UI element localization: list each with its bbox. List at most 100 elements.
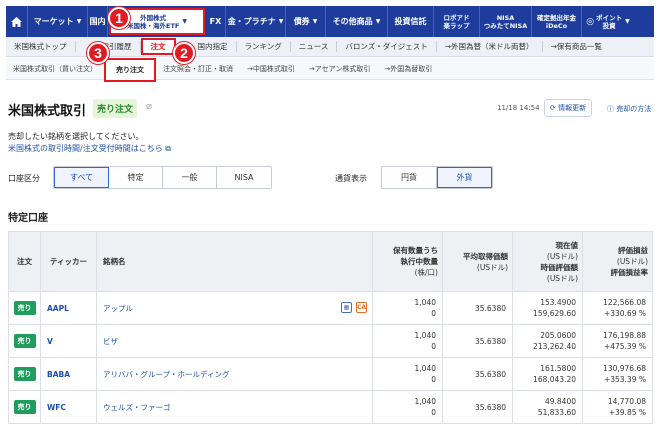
profit-loss-rate: +353.39 %: [603, 375, 646, 384]
holdings-table: 注文 ティッカー 銘柄名 保有数量うち 執行中数量 (株/口) 平均取得価額 (USド…: [8, 231, 653, 424]
howto-link[interactable]: ⓘ 売却の方法: [607, 104, 651, 114]
account-type-selector: すべて 特定 一般 NISA: [53, 166, 272, 189]
current-price: 205.0600: [540, 331, 576, 340]
nav-nisa[interactable]: NISA つみたてNISA: [480, 6, 532, 37]
quantity-executing: 0: [431, 309, 436, 318]
refresh-icon: ⟳: [550, 104, 556, 112]
sell-button[interactable]: 売り: [13, 367, 36, 381]
subnav-holdings[interactable]: →保有商品一覧: [543, 41, 610, 52]
step-badge-3: 3: [87, 42, 109, 64]
account-specific-option[interactable]: 特定: [109, 167, 163, 188]
top-nav: マーケット ▼ 国内 外国株式 米国株・海外ETF ▼ FX 金・プラチナ ▼ 債券 ▼ …: [6, 6, 654, 37]
market-value: 168,043.20: [533, 375, 576, 384]
col-quantity: 保有数量うち 執行中数量 (株/口): [372, 231, 443, 292]
sell-button[interactable]: 売り: [13, 301, 36, 315]
col-name: 銘柄名: [96, 231, 373, 292]
quantity: 1,040: [414, 364, 436, 373]
chevron-down-icon: ▼: [76, 18, 82, 25]
paperclip-icon[interactable]: ⌀: [146, 101, 152, 112]
sell-button[interactable]: 売り: [13, 334, 36, 348]
nav-funds[interactable]: 投資信託: [388, 6, 434, 37]
subnav2-order-inquiry[interactable]: 注文照会・訂正・取消: [156, 64, 240, 74]
stock-name-link[interactable]: アリババ・グループ・ホールディング: [96, 357, 373, 391]
step-badge-1: 1: [108, 7, 130, 29]
chevron-down-icon: ▼: [182, 17, 187, 25]
account-type-label: 口座区分: [8, 174, 40, 183]
subnav-order[interactable]: 注文: [140, 38, 176, 55]
avg-price: 35.6380: [442, 390, 513, 424]
chevron-down-icon: ▼: [625, 17, 630, 25]
col-profit-loss: 評価損益 (USドル) 評価損益率: [582, 231, 653, 292]
quantity: 1,040: [414, 298, 436, 307]
section-title: 特定口座: [8, 213, 48, 224]
quantity: 1,040: [414, 331, 436, 340]
subnav2-buy-order[interactable]: 米国株式取引（買い注文）: [6, 64, 104, 74]
subnav2-sell-order[interactable]: 売り注文: [104, 58, 156, 82]
stock-name-link[interactable]: ウェルズ・ファーゴ: [96, 390, 373, 424]
subnav2-china-stocks[interactable]: →中国株式取引: [240, 64, 302, 74]
account-all-option[interactable]: すべて: [54, 167, 109, 188]
instruction-text: 売却したい銘柄を選択してください。: [8, 132, 144, 141]
account-general-option[interactable]: 一般: [163, 167, 217, 188]
table-header-row: 注文 ティッカー 銘柄名 保有数量うち 執行中数量 (株/口) 平均取得価額 (USド…: [8, 231, 653, 292]
refresh-button[interactable]: ⟳ 情報更新: [544, 99, 593, 117]
home-icon[interactable]: [6, 6, 28, 37]
ticker-link[interactable]: V: [40, 324, 97, 358]
nav-bonds[interactable]: 債券 ▼: [286, 6, 326, 37]
currency-foreign-option[interactable]: 外貨: [437, 167, 492, 188]
profit-loss-rate: +39.85 %: [608, 408, 646, 417]
calendar-icon[interactable]: ▦: [341, 302, 352, 313]
subnav-ranking[interactable]: ランキング: [237, 41, 291, 52]
timestamp: 11/18 14:54: [497, 104, 540, 112]
quantity: 1,040: [414, 397, 436, 406]
chevron-down-icon: ▼: [278, 18, 284, 25]
sell-button[interactable]: 売り: [13, 400, 36, 414]
table-row: 売り WFC ウェルズ・ファーゴ 1,040 0 35.6380 49.8400 5…: [8, 390, 653, 424]
nav-other[interactable]: その他商品 ▼: [326, 6, 388, 37]
currency-label: 通貨表示: [335, 174, 367, 183]
currency-selector: 円貨 外貨: [381, 166, 493, 189]
table-row: 売り AAPL アップル ▦ CA 1,040 0 35.6380 153.4900…: [8, 291, 653, 325]
market-value: 51,833.60: [537, 408, 576, 417]
profit-loss: 14,770.08: [607, 397, 646, 406]
nav-domestic[interactable]: 国内: [88, 6, 108, 37]
quantity-executing: 0: [431, 408, 436, 417]
ticker-link[interactable]: AAPL: [40, 291, 97, 325]
step-badge-2: 2: [173, 42, 195, 64]
subnav-us-top[interactable]: 米国株式トップ: [6, 41, 76, 52]
chevron-down-icon: ▼: [375, 18, 381, 25]
col-avg-price: 平均取得価額 (USドル): [442, 231, 513, 292]
subnav-news[interactable]: ニュース: [291, 41, 338, 52]
current-price: 153.4900: [540, 298, 576, 307]
col-ticker: ティッカー: [40, 231, 97, 292]
subnav2-fx-trading[interactable]: →外国為替取引: [377, 64, 439, 74]
table-row: 売り V ビザ 1,040 0 35.6380 205.0600 213,262.4…: [8, 324, 653, 358]
external-link-icon: ⧉: [165, 144, 171, 153]
page-title: 米国株式取引: [8, 104, 87, 119]
market-value: 213,262.40: [533, 342, 576, 351]
ca-icon[interactable]: CA: [356, 302, 367, 313]
trading-hours-link[interactable]: 米国株式の取引時間/注文受付時間はこちら ⧉: [8, 143, 171, 154]
nav-market[interactable]: マーケット ▼: [28, 6, 88, 37]
ticker-link[interactable]: BABA: [40, 357, 97, 391]
quantity-executing: 0: [431, 375, 436, 384]
col-order: 注文: [8, 231, 41, 292]
nav-points[interactable]: ◎ ポイント 投資 ▼: [582, 6, 634, 37]
profit-loss: 176,198.88: [603, 331, 646, 340]
nav-roboadvisor[interactable]: ロボアド 楽ラップ: [434, 6, 480, 37]
ticker-link[interactable]: WFC: [40, 390, 97, 424]
subnav2-asean-stocks[interactable]: →アセアン株式取引: [302, 64, 377, 74]
nav-fx[interactable]: FX: [206, 6, 226, 37]
avg-price: 35.6380: [442, 357, 513, 391]
quantity-executing: 0: [431, 342, 436, 351]
stock-name-link[interactable]: ビザ: [96, 324, 373, 358]
subnav-barrons[interactable]: バロンズ・ダイジェスト: [337, 41, 437, 52]
account-nisa-option[interactable]: NISA: [217, 167, 271, 188]
nav-ideco[interactable]: 確定拠出年金 iDeCo: [532, 6, 582, 37]
sell-order-tag: 売り注文: [93, 99, 138, 118]
stock-name-link[interactable]: アップル ▦ CA: [96, 291, 373, 325]
table-row: 売り BABA アリババ・グループ・ホールディング 1,040 0 35.6380…: [8, 357, 653, 391]
nav-gold[interactable]: 金・プラチナ ▼: [226, 6, 286, 37]
subnav-fx-exchange[interactable]: →外国為替（米ドル両替）: [437, 41, 543, 52]
currency-yen-option[interactable]: 円貨: [382, 167, 437, 188]
